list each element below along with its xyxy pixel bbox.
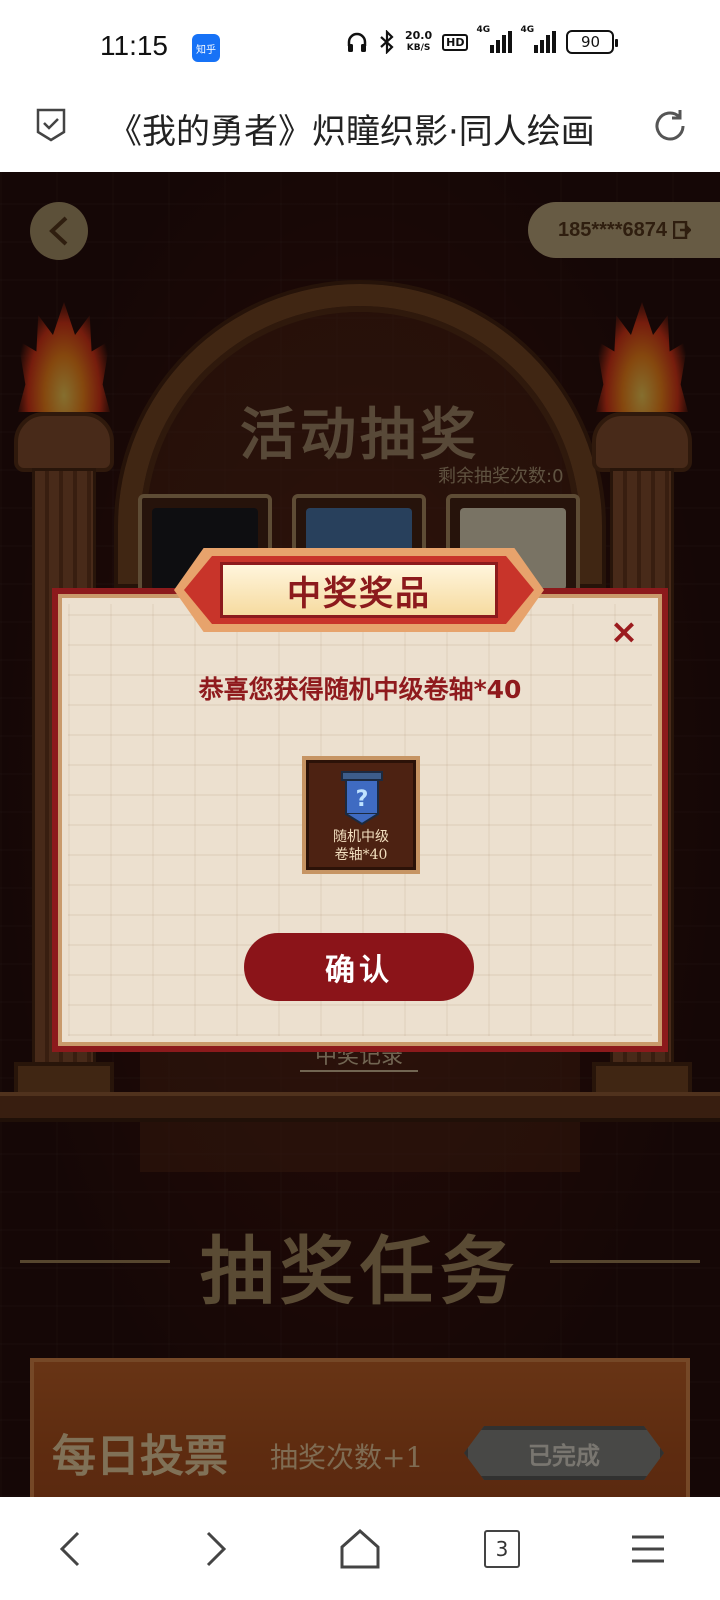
nav-tabs[interactable]: 3 <box>478 1525 526 1573</box>
reward-label: 随机中级 卷轴*40 <box>306 828 416 864</box>
headphones-icon <box>347 32 367 52</box>
modal-title: 中奖奖品 <box>287 573 431 614</box>
scroll-icon: ? <box>341 771 383 826</box>
chevron-left-icon <box>59 1531 80 1567</box>
chevron-right-icon <box>206 1531 227 1567</box>
confirm-button[interactable]: 确认 <box>244 933 474 1001</box>
close-icon[interactable]: × <box>606 614 642 650</box>
refresh-icon[interactable] <box>650 106 690 146</box>
reward-label-line1: 随机中级 <box>333 829 389 845</box>
zhihu-notification-icon: 知乎 <box>192 34 220 62</box>
network-type-1: 4G <box>476 25 491 35</box>
nav-forward[interactable] <box>190 1525 238 1573</box>
game-page: 185****6874 活动抽奖 剩余抽奖次数:0 中奖记录 抽奖任务 每日投票… <box>0 172 720 1497</box>
hd-voice-badge: HD <box>442 33 469 51</box>
nav-back[interactable] <box>48 1525 96 1573</box>
svg-text:?: ? <box>356 787 369 812</box>
status-icons: 20.0 KB/S HD 4G 4G 90 <box>345 25 619 54</box>
shield-check-icon[interactable] <box>36 108 66 142</box>
home-icon <box>340 1528 380 1569</box>
bluetooth-icon <box>380 30 394 54</box>
network-type-2: 4G <box>520 25 535 35</box>
page-title[interactable]: 《我的勇者》炽瞳织影·同人绘画 <box>108 104 613 153</box>
nav-menu[interactable] <box>624 1525 672 1573</box>
status-bar: 11:15 知乎 20.0 KB/S HD 4G 4G 90 <box>0 0 720 90</box>
reward-label-line2: 卷轴*40 <box>334 847 388 863</box>
prize-message: 恭喜您获得随机中级卷轴*40 <box>198 675 522 704</box>
nav-home[interactable] <box>336 1525 384 1573</box>
net-speed-unit: KB/S <box>406 43 431 53</box>
browser-address-bar: 《我的勇者》炽瞳织影·同人绘画 <box>0 90 720 172</box>
net-speed-value: 20.0 <box>405 29 433 42</box>
tab-count-icon: 3 <box>484 1530 520 1568</box>
menu-icon <box>632 1535 664 1563</box>
signal-icon-2: 4G <box>520 25 557 53</box>
prize-modal: × 恭喜您获得随机中级卷轴*40 ? 随机中级 卷轴*40 确认 <box>52 588 668 1052</box>
status-time: 11:15 <box>100 30 168 61</box>
net-speed: 20.0 KB/S <box>405 30 432 54</box>
reward-item: ? 随机中级 卷轴*40 <box>302 756 420 874</box>
battery-icon: 90 <box>566 30 619 54</box>
browser-bottom-nav: 3 <box>0 1497 720 1600</box>
modal-banner: 中奖奖品 <box>174 548 544 632</box>
signal-icon-1: 4G <box>476 25 513 53</box>
